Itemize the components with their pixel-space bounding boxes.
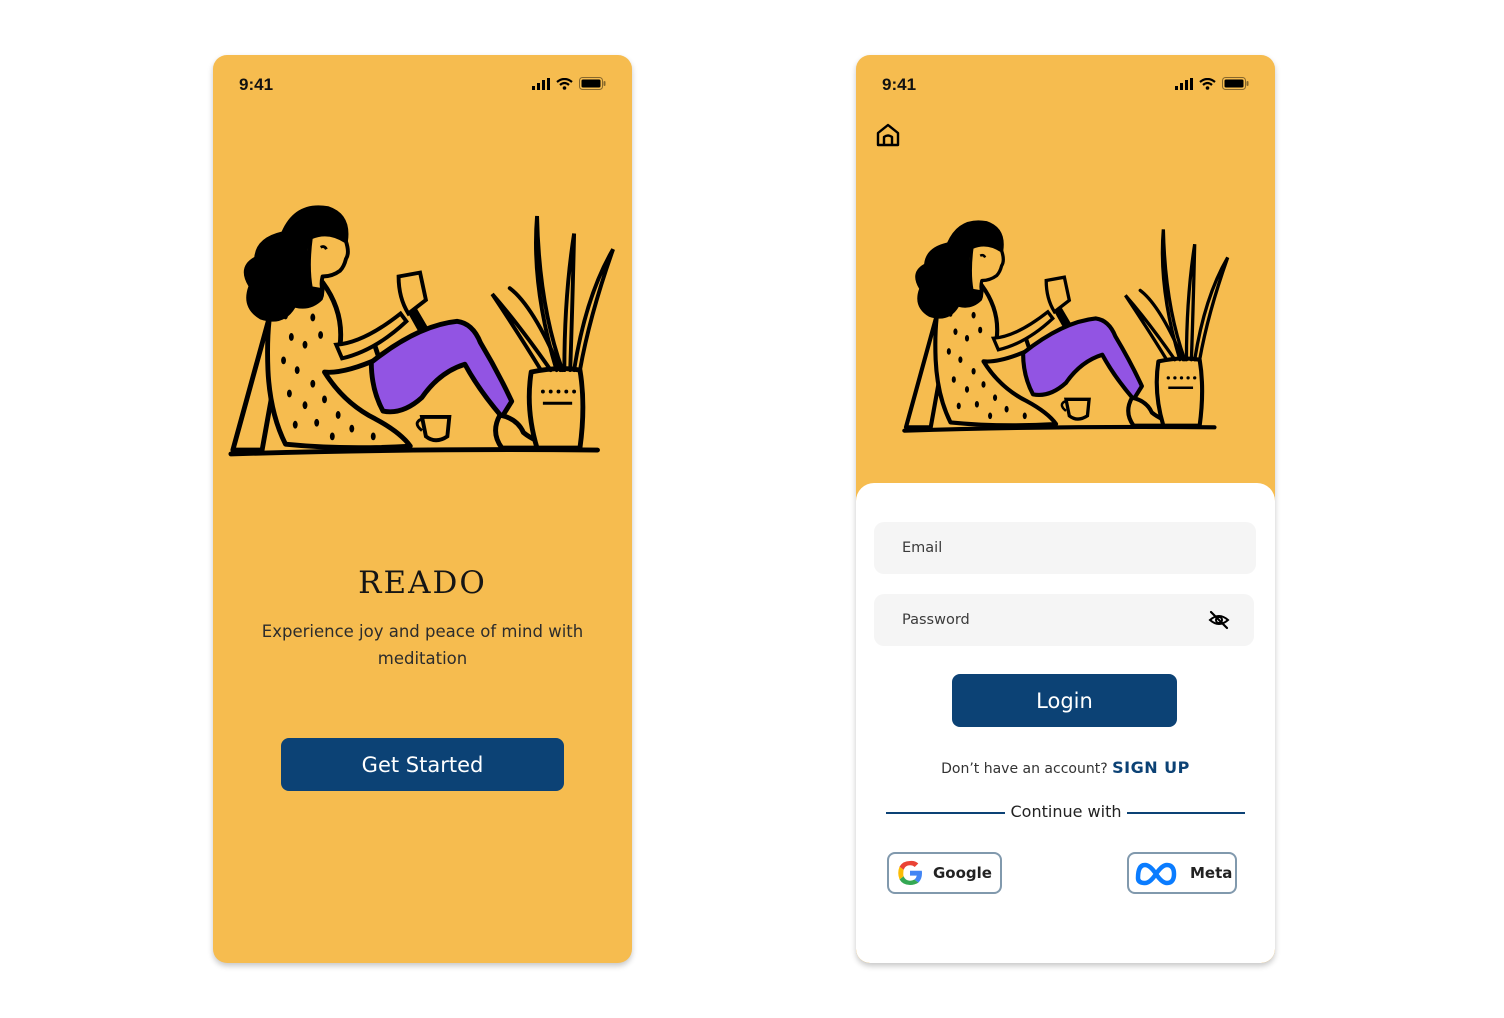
google-label: Google <box>933 864 992 882</box>
wifi-icon <box>1199 77 1216 90</box>
login-button[interactable]: Login <box>952 674 1177 727</box>
signal-icon <box>532 77 550 90</box>
meta-button[interactable]: Meta <box>1127 852 1237 894</box>
home-icon[interactable] <box>875 122 901 148</box>
meta-label: Meta <box>1190 864 1233 882</box>
get-started-button[interactable]: Get Started <box>281 738 564 791</box>
continue-with-label: Continue with <box>1010 802 1122 821</box>
status-time: 9:41 <box>882 75 917 94</box>
app-title: READO <box>358 565 487 601</box>
password-input[interactable] <box>900 611 1228 629</box>
google-icon <box>898 860 922 885</box>
meta-icon <box>1135 862 1177 886</box>
eye-off-icon[interactable] <box>1208 609 1230 631</box>
tagline: Experience joy and peace of mind with me… <box>261 622 584 668</box>
divider-right <box>1127 812 1245 814</box>
battery-icon <box>1222 77 1249 90</box>
login-screen: 9:41 Login Don’t have an account? SIGN U… <box>856 55 1275 963</box>
email-input[interactable] <box>900 539 1230 557</box>
battery-icon <box>579 77 606 90</box>
email-field[interactable] <box>874 522 1256 574</box>
status-icons <box>532 77 606 90</box>
status-time: 9:41 <box>239 75 274 94</box>
signal-icon <box>1175 77 1193 90</box>
divider-left <box>886 812 1005 814</box>
signup-row: Don’t have an account? SIGN UP <box>856 758 1275 777</box>
wifi-icon <box>556 77 573 90</box>
signup-prompt: Don’t have an account? <box>941 761 1108 777</box>
reading-woman-illustration <box>227 195 617 475</box>
reading-woman-illustration <box>901 195 1231 465</box>
google-button[interactable]: Google <box>887 852 1002 894</box>
status-icons <box>1175 77 1249 90</box>
login-sheet: Login Don’t have an account? SIGN UP Con… <box>856 483 1275 963</box>
password-field[interactable] <box>874 594 1254 646</box>
welcome-screen: 9:41 READO Experience joy and peace of m… <box>213 55 632 963</box>
signup-link[interactable]: SIGN UP <box>1112 758 1190 777</box>
